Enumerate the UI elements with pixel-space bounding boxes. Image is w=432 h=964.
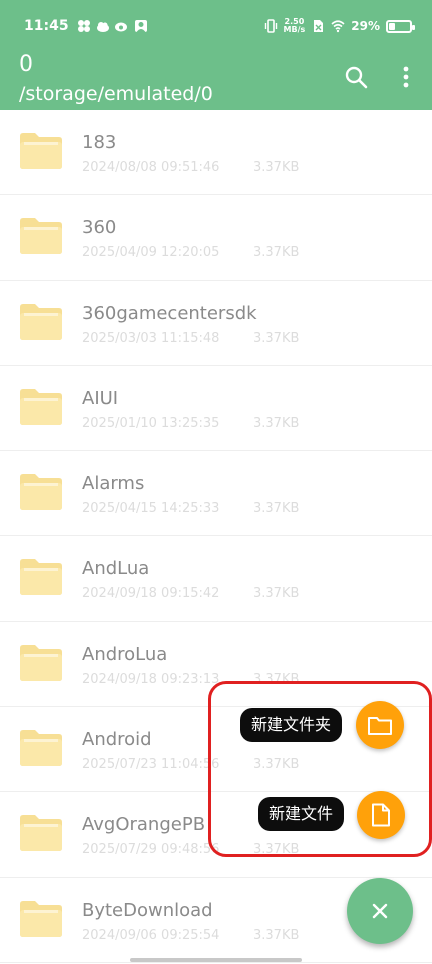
file-list-item[interactable]: AndLua 2024/09/18 09:15:42 3.37KB bbox=[0, 536, 432, 622]
status-bar: 11:45 2.50 MB/s 29% bbox=[0, 0, 432, 52]
file-date: 2025/07/23 11:04:56 bbox=[82, 757, 220, 773]
more-vert-icon bbox=[403, 66, 409, 88]
avatar-icon bbox=[134, 20, 147, 32]
file-list-item[interactable]: AIUI 2025/01/10 13:25:35 3.37KB bbox=[0, 366, 432, 452]
network-speed: 2.50 MB/s bbox=[283, 17, 306, 34]
file-date: 2025/01/10 13:25:35 bbox=[82, 415, 220, 431]
new-file-button[interactable] bbox=[357, 791, 405, 839]
folder-icon bbox=[20, 218, 62, 255]
file-name: Android bbox=[82, 729, 152, 751]
gesture-nav-handle[interactable] bbox=[130, 958, 302, 962]
file-list-item[interactable]: 360 2025/04/09 12:20:05 3.37KB bbox=[0, 195, 432, 281]
file-date: 2024/09/06 09:25:54 bbox=[82, 927, 220, 943]
no-sim-icon bbox=[314, 20, 324, 32]
file-size: 3.37KB bbox=[253, 927, 300, 943]
file-name: 360gamecentersdk bbox=[82, 302, 257, 324]
folder-icon bbox=[20, 388, 62, 425]
weibo-icon bbox=[114, 22, 127, 32]
file-date: 2025/03/03 11:15:48 bbox=[82, 330, 220, 346]
status-time: 11:45 bbox=[24, 18, 69, 34]
file-size: 3.37KB bbox=[253, 415, 300, 431]
battery-percent: 29% bbox=[351, 19, 380, 33]
file-date: 2024/09/18 09:23:13 bbox=[82, 671, 220, 687]
file-name: 183 bbox=[82, 132, 117, 153]
file-date: 2025/04/15 14:25:33 bbox=[82, 501, 220, 517]
file-date: 2024/08/08 09:51:46 bbox=[82, 160, 220, 175]
cloud-icon bbox=[96, 22, 109, 32]
folder-icon bbox=[20, 474, 62, 511]
file-name: AndroLua bbox=[82, 643, 168, 665]
app-bar: 11:45 2.50 MB/s 29% 0 /storage/emulated/… bbox=[0, 0, 432, 110]
item-count: 0 bbox=[19, 52, 33, 77]
wifi-icon bbox=[331, 20, 345, 33]
file-list-item[interactable]: Alarms 2025/04/15 14:25:33 3.37KB bbox=[0, 451, 432, 537]
file-list-item[interactable]: 360gamecentersdk 2025/03/03 11:15:48 3.37K… bbox=[0, 281, 432, 366]
folder-icon bbox=[20, 900, 62, 937]
current-path: /storage/emulated/0 bbox=[19, 83, 213, 105]
search-button[interactable] bbox=[341, 62, 371, 92]
close-fab-button[interactable] bbox=[347, 878, 413, 944]
file-date: 2025/07/29 09:48:56 bbox=[82, 842, 220, 858]
folder-icon bbox=[20, 644, 62, 681]
new-file-label[interactable]: 新建文件 bbox=[258, 797, 345, 831]
file-size: 3.37KB bbox=[253, 245, 300, 261]
file-size: 3.37KB bbox=[253, 160, 300, 175]
vibrate-icon bbox=[264, 19, 277, 33]
file-name: Alarms bbox=[82, 473, 145, 495]
file-outline-icon bbox=[372, 803, 390, 827]
new-folder-button[interactable] bbox=[356, 701, 404, 749]
notification-icons bbox=[77, 19, 148, 33]
battery-icon bbox=[386, 19, 415, 33]
file-name: AIUI bbox=[82, 387, 119, 409]
folder-icon bbox=[20, 730, 62, 767]
file-list-item[interactable]: 183 2024/08/08 09:51:46 3.37KB bbox=[0, 110, 432, 196]
file-size: 3.37KB bbox=[253, 501, 300, 517]
folder-icon bbox=[20, 559, 62, 596]
search-icon bbox=[345, 66, 368, 89]
folder-icon bbox=[20, 815, 62, 852]
file-name: 360 bbox=[82, 217, 117, 239]
folder-icon bbox=[20, 303, 62, 340]
close-icon bbox=[372, 903, 388, 919]
file-date: 2025/04/09 12:20:05 bbox=[82, 245, 220, 261]
folder-outline-icon bbox=[368, 717, 392, 735]
folder-icon bbox=[20, 133, 62, 169]
new-folder-label[interactable]: 新建文件夹 bbox=[240, 708, 343, 742]
more-options-button[interactable] bbox=[391, 62, 421, 92]
system-status: 2.50 MB/s 29% bbox=[264, 17, 415, 34]
file-name: AvgOrangePB bbox=[82, 814, 206, 836]
file-size: 3.37KB bbox=[253, 586, 300, 602]
file-date: 2024/09/18 09:15:42 bbox=[82, 586, 220, 602]
file-size: 3.37KB bbox=[253, 330, 300, 346]
file-name: AndLua bbox=[82, 558, 150, 580]
pinwheel-icon bbox=[77, 20, 90, 32]
file-name: ByteDownload bbox=[82, 899, 213, 921]
